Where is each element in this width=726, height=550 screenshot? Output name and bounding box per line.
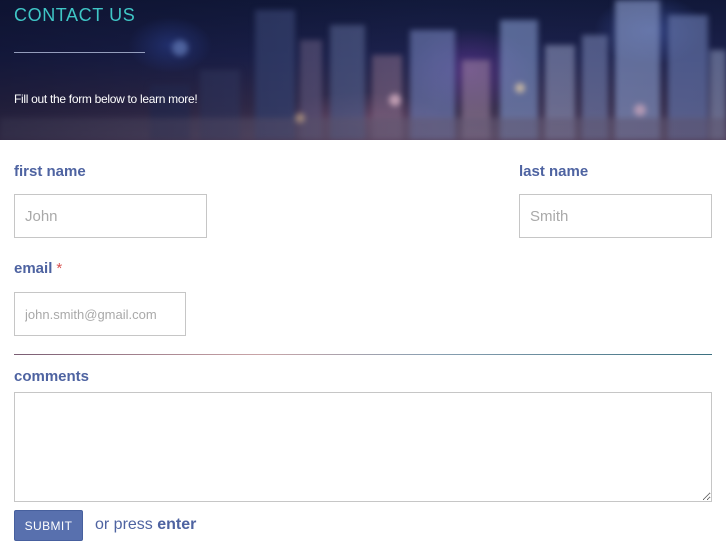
last-name-input[interactable] (519, 194, 712, 238)
last-name-label: last name (519, 163, 589, 180)
press-enter-hint: or press enter (95, 516, 196, 534)
page-subtitle: Fill out the form below to learn more! (14, 92, 198, 106)
email-label: email (14, 260, 53, 277)
email-label-group: email * (14, 260, 62, 277)
comments-textarea[interactable] (14, 392, 712, 502)
comments-label: comments (14, 368, 90, 385)
section-divider (14, 354, 712, 355)
page-title: CONTACT US (14, 5, 136, 25)
email-input[interactable] (14, 292, 186, 336)
enter-key-label: enter (157, 516, 197, 533)
first-name-label: first name (14, 163, 86, 180)
submit-button[interactable]: SUBMIT (14, 510, 83, 541)
required-marker: * (56, 260, 63, 277)
press-hint-prefix: or press (95, 516, 153, 533)
title-underline (14, 52, 145, 53)
hero-banner: CONTACT US Fill out the form below to le… (0, 0, 726, 140)
first-name-input[interactable] (14, 194, 207, 238)
